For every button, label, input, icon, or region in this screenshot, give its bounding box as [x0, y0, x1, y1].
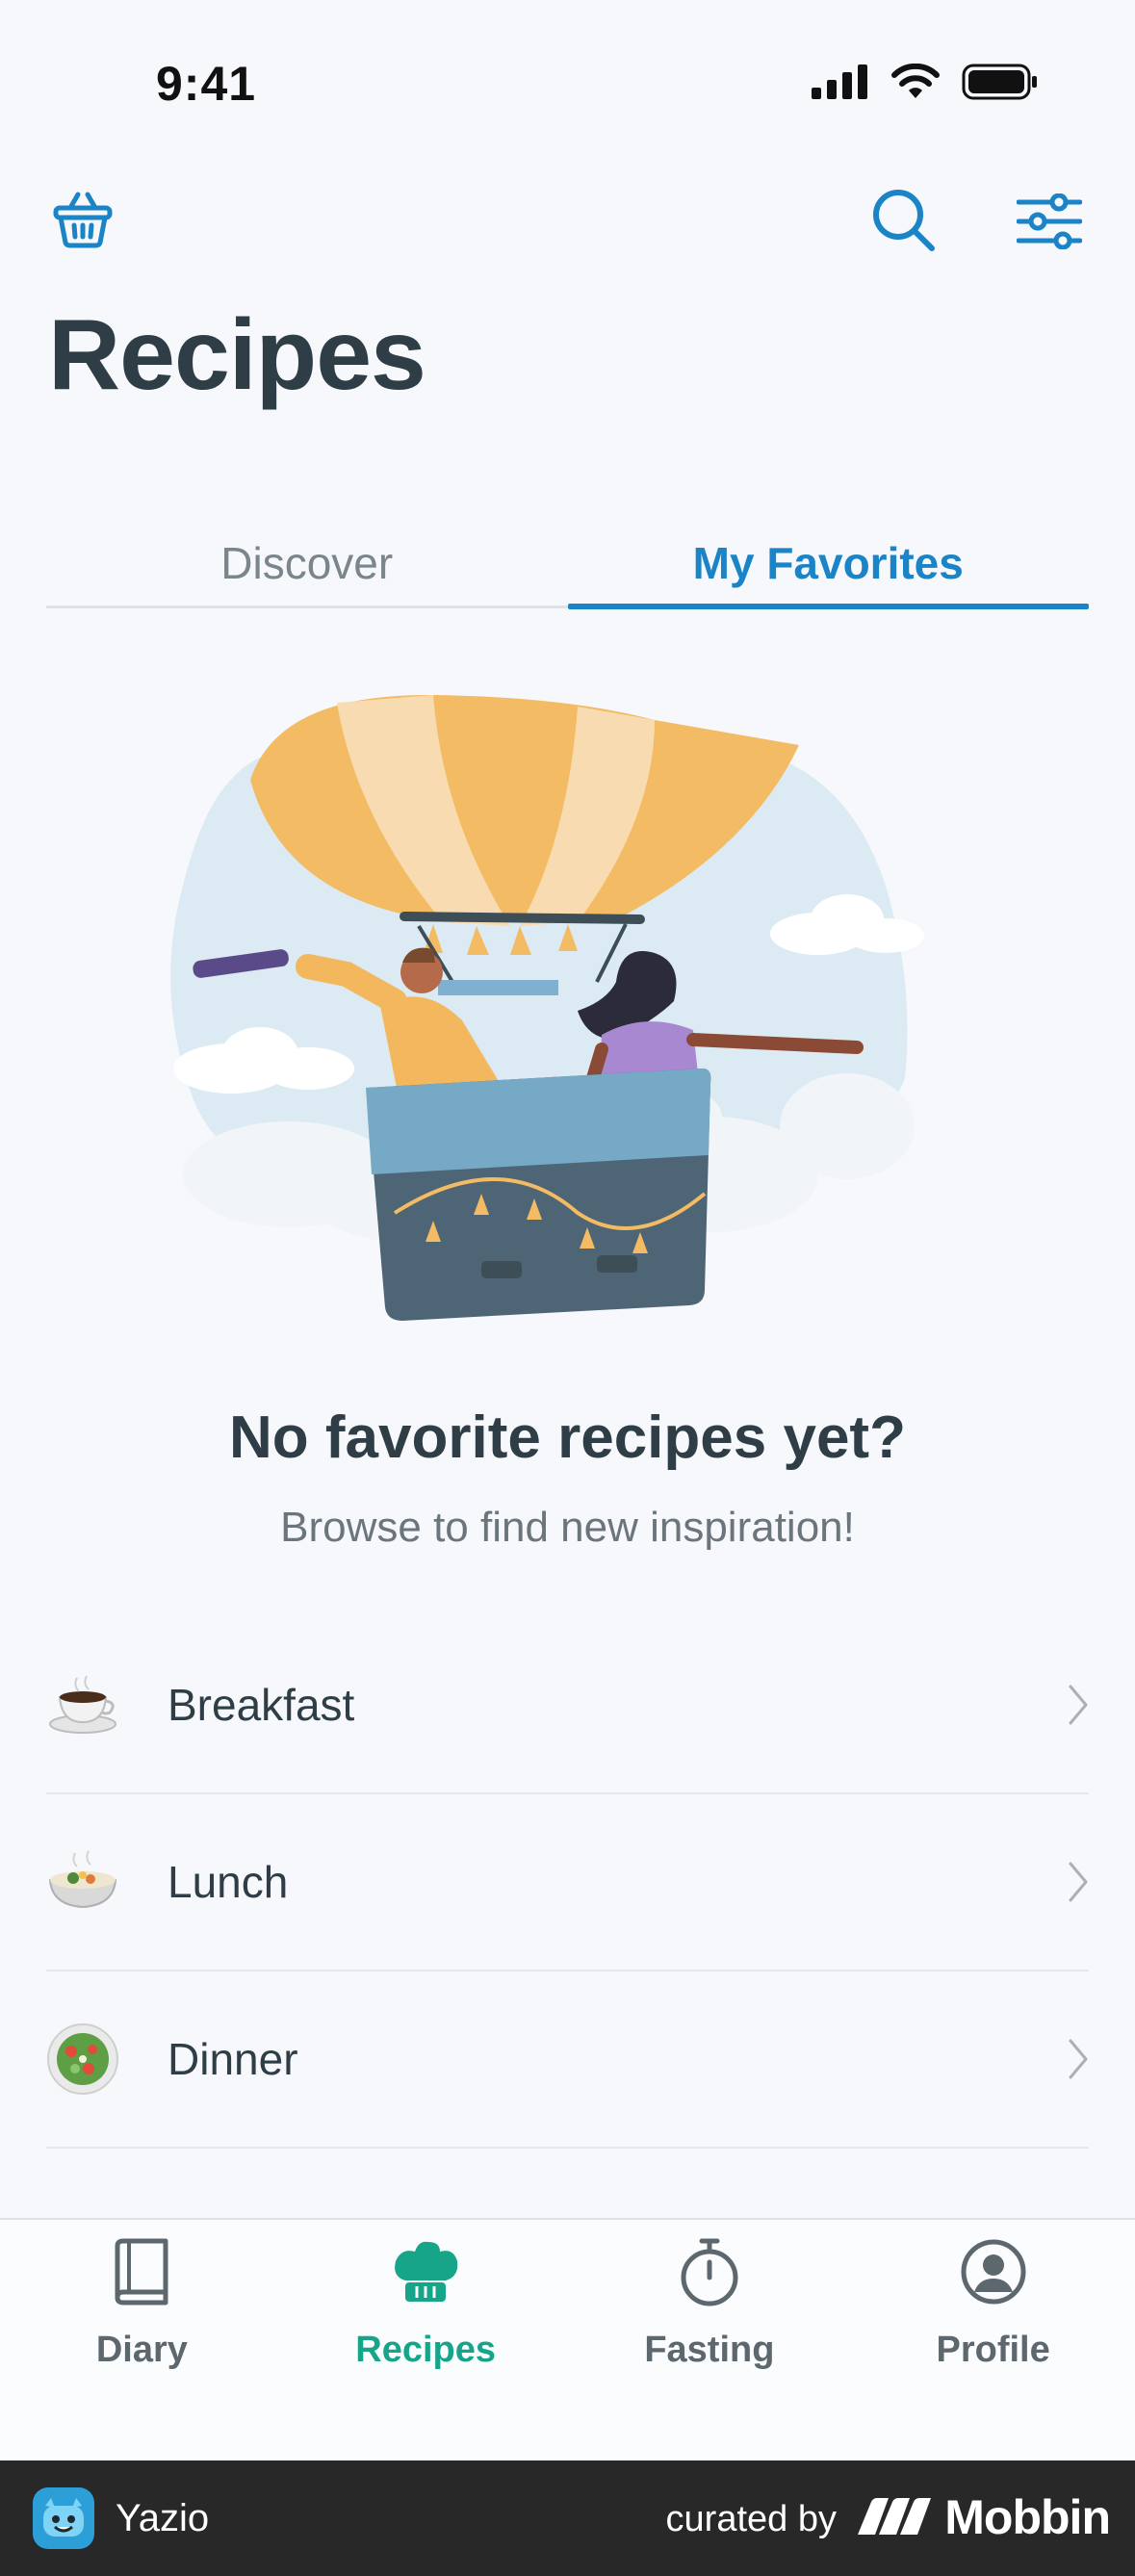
hot-air-balloon-illustration — [170, 694, 924, 1321]
filter-button[interactable] — [1015, 187, 1084, 256]
nav-item-diary[interactable]: Diary — [0, 2220, 284, 2460]
nav-label: Profile — [936, 2330, 1050, 2370]
page-title: Recipes — [48, 299, 426, 411]
chef-hat-icon — [392, 2235, 459, 2308]
coffee-cup-icon — [46, 1668, 119, 1741]
book-icon — [112, 2235, 171, 2308]
chevron-right-icon — [1069, 2039, 1088, 2079]
nav-label: Recipes — [355, 2330, 496, 2370]
tab-my-favorites[interactable]: My Favorites — [567, 520, 1090, 609]
user-circle-icon — [960, 2235, 1027, 2308]
category-label: Lunch — [168, 1857, 289, 1907]
tab-discover[interactable]: Discover — [46, 520, 568, 605]
empty-state-subtitle: Browse to find new inspiration! — [280, 1504, 855, 1551]
status-icons — [812, 64, 1039, 100]
status-time: 9:41 — [156, 57, 257, 111]
mobbin-text: Mobbin — [944, 2490, 1111, 2544]
search-icon — [873, 190, 935, 251]
bottom-navigation: Diary Recipes Fasting Profile — [0, 2218, 1135, 2460]
mobbin-logo-icon — [858, 2498, 932, 2535]
category-label: Breakfast — [168, 1680, 355, 1730]
chevron-right-icon — [1069, 1862, 1088, 1902]
mobbin-brand: Mobbin — [856, 2489, 1111, 2545]
status-bar: 9:41 — [0, 0, 1135, 164]
nav-label: Diary — [95, 2330, 188, 2370]
tab-bar: Discover My Favorites — [46, 520, 1090, 609]
footer-app-name: Yazio — [116, 2496, 210, 2539]
nav-item-fasting[interactable]: Fasting — [568, 2220, 852, 2460]
basket-button[interactable] — [48, 185, 117, 254]
category-list: Breakfast Lunch Dinner — [46, 1617, 1089, 2149]
signal-icon — [812, 64, 867, 99]
category-item-dinner[interactable]: Dinner — [46, 1971, 1089, 2149]
chevron-right-icon — [1069, 1685, 1088, 1725]
filter-sliders-icon — [1017, 193, 1082, 249]
basket-icon — [53, 192, 113, 248]
category-label: Dinner — [168, 2034, 298, 2084]
category-item-lunch[interactable]: Lunch — [46, 1794, 1089, 1971]
category-item-breakfast[interactable]: Breakfast — [46, 1617, 1089, 1794]
empty-state-title: No favorite recipes yet? — [229, 1404, 906, 1471]
nav-item-recipes[interactable]: Recipes — [284, 2220, 568, 2460]
stopwatch-icon — [676, 2235, 743, 2308]
yazio-app-icon — [33, 2487, 94, 2549]
salad-plate-icon — [46, 2022, 119, 2096]
footer-curated-by: curated by — [665, 2499, 837, 2539]
wifi-icon — [891, 64, 940, 98]
search-button[interactable] — [866, 183, 942, 258]
soup-bowl-icon — [46, 1845, 119, 1919]
nav-label: Fasting — [644, 2330, 775, 2370]
footer-bar: Yazio curated by Mobbin — [0, 2460, 1135, 2576]
battery-icon — [962, 64, 1037, 100]
nav-item-profile[interactable]: Profile — [851, 2220, 1135, 2460]
